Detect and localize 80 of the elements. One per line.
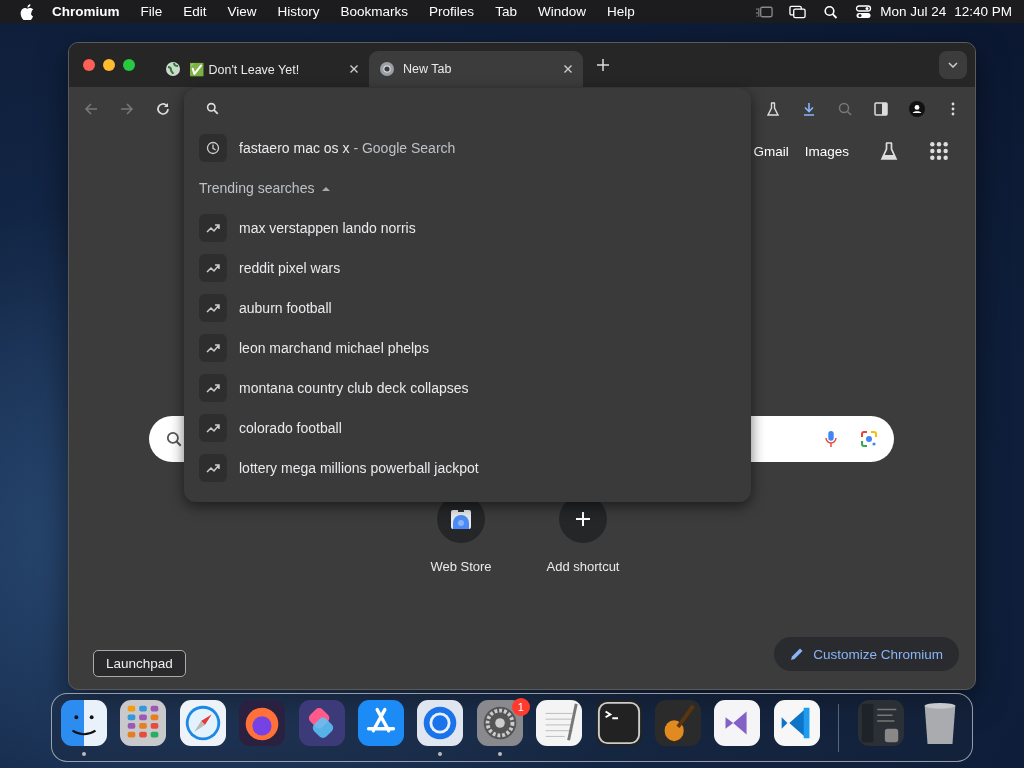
web-store-icon [449, 507, 473, 531]
finder-icon[interactable] [60, 699, 107, 746]
trending-up-icon [206, 303, 220, 313]
chromium-favicon-icon [379, 61, 395, 77]
header-link[interactable]: Gmail [753, 143, 789, 159]
shortcut-label: Add shortcut [546, 559, 620, 574]
clock-time[interactable]: 12:40 PM [954, 4, 1012, 19]
flask-icon[interactable] [765, 101, 781, 117]
search-icon [165, 430, 183, 448]
trending-suggestion[interactable]: leon marchand michael phelps [184, 328, 751, 368]
header-link[interactable]: Images [804, 143, 849, 159]
trending-up-icon [206, 343, 220, 353]
app-grid-icon[interactable] [120, 699, 167, 746]
caret-up-icon [322, 185, 331, 191]
clock-icon [206, 141, 220, 155]
trending-suggestion[interactable]: colorado football [184, 408, 751, 448]
shortcut-label: Web Store [430, 559, 492, 574]
app-menu[interactable]: Chromium [52, 4, 120, 19]
history-suggestion[interactable]: fastaero mac os x - Google Search [184, 128, 751, 168]
terminal-icon[interactable] [595, 699, 642, 746]
trending-up-icon [206, 223, 220, 233]
compass-icon[interactable] [179, 699, 226, 746]
profile-avatar-icon[interactable] [909, 101, 925, 117]
microphone-icon[interactable] [822, 430, 840, 448]
trending-header[interactable]: Trending searches [184, 168, 751, 208]
chevron-down-icon [948, 62, 958, 68]
browser-tab[interactable]: ✅ Don't Leave Yet! [155, 51, 369, 87]
camera-lens-icon[interactable] [860, 430, 878, 448]
notification-badge: 1 [511, 697, 530, 716]
close-tab-icon[interactable] [349, 64, 359, 74]
dock-tooltip: Launchpad [93, 650, 186, 677]
trending-up-icon [206, 463, 220, 473]
window-thumbnail-icon[interactable] [857, 699, 904, 746]
gear-icon[interactable] [476, 699, 523, 746]
browser-tab[interactable]: New Tab [369, 51, 583, 87]
customize-button[interactable]: Customize Chromium [774, 637, 959, 671]
notepad-pen-icon[interactable] [536, 699, 583, 746]
apple-icon[interactable] [20, 3, 34, 20]
side-panel-icon[interactable] [873, 101, 889, 117]
trending-suggestion[interactable]: reddit pixel wars [184, 248, 751, 288]
menu-item[interactable]: View [227, 4, 257, 19]
flask-icon[interactable] [879, 141, 899, 161]
windows-icon[interactable] [789, 4, 807, 19]
trending-suggestion[interactable]: montana country club deck collapses [184, 368, 751, 408]
menu-item[interactable]: History [277, 4, 320, 19]
guitar-icon[interactable] [655, 699, 701, 746]
trending-up-icon [206, 263, 220, 273]
reload-icon[interactable] [155, 101, 171, 117]
trending-up-icon [206, 423, 220, 433]
search-icon[interactable] [822, 4, 840, 19]
globe-favicon-icon [165, 61, 181, 77]
search-icon [206, 101, 219, 115]
menu-item[interactable]: Bookmarks [340, 4, 409, 19]
pencil-icon [790, 647, 805, 661]
clock-date[interactable]: Mon Jul 24 [880, 4, 947, 19]
menu-item[interactable]: Edit [183, 4, 207, 19]
tab-search-button[interactable] [939, 51, 967, 79]
trending-suggestion[interactable]: max verstappen lando norris [184, 208, 751, 248]
layered-shapes-icon[interactable] [298, 699, 345, 746]
code-editor-icon[interactable] [773, 699, 820, 746]
menu-item[interactable]: Window [537, 4, 586, 19]
menu-item[interactable]: Profiles [429, 4, 475, 19]
control-center-icon[interactable] [855, 4, 873, 19]
zoom-window-icon[interactable] [123, 59, 135, 71]
new-tab-icon[interactable] [597, 59, 609, 71]
close-window-icon[interactable] [83, 59, 95, 71]
plus-icon [575, 511, 591, 527]
trending-up-icon [206, 383, 220, 393]
menu-item[interactable]: File [140, 4, 163, 19]
download-icon[interactable] [801, 101, 817, 117]
minimize-window-icon[interactable] [103, 59, 115, 71]
trending-suggestion[interactable]: lottery mega millions powerball jackpot [184, 448, 751, 488]
apps-grid-icon[interactable] [929, 141, 949, 161]
menu-item[interactable]: Tab [495, 4, 517, 19]
close-tab-icon[interactable] [563, 64, 573, 74]
dock-divider [838, 703, 840, 752]
menu-item[interactable]: Help [606, 4, 635, 19]
stage-manager-icon[interactable] [756, 4, 774, 19]
trending-suggestion[interactable]: auburn football [184, 288, 751, 328]
app-store-icon[interactable] [358, 699, 404, 746]
